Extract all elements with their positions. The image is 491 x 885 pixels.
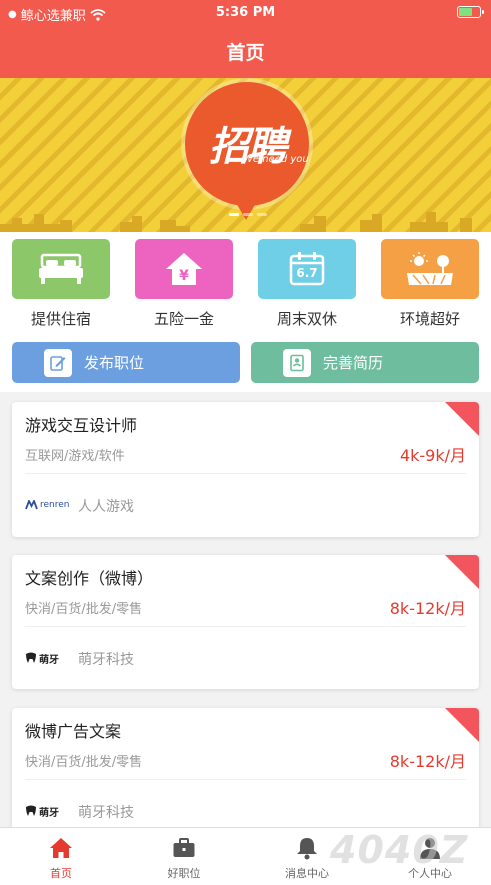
benefit-insurance[interactable]: ¥ 五险一金 — [135, 239, 233, 329]
complete-resume-label: 完善简历 — [323, 354, 384, 372]
page-title: 首页 — [226, 42, 265, 64]
complete-resume-button[interactable]: 完善简历 — [251, 342, 479, 383]
company-logo: 萌牙 — [25, 649, 59, 667]
edit-icon — [44, 348, 72, 377]
job-card[interactable]: 微博广告文案 快消/百货/批发/零售 8k-12k/月 萌牙 萌牙科技 — [12, 708, 479, 838]
landscape-icon — [407, 252, 453, 285]
divider — [25, 473, 466, 474]
house-yen-icon: ¥ — [166, 253, 202, 285]
job-salary: 8k-12k/月 — [389, 752, 466, 771]
actions-row: 发布职位 完善简历 — [0, 332, 491, 392]
tab-good-jobs[interactable]: 好职位 — [144, 836, 224, 881]
company-logo-text: 萌牙 — [39, 654, 59, 666]
benefit-tile[interactable]: 6.7 — [258, 239, 356, 299]
resume-icon — [283, 348, 311, 377]
clock: 5:36 PM — [215, 5, 276, 20]
recruit-badge: 招聘 We need you — [185, 82, 309, 206]
banner-subtitle: We need you — [243, 154, 309, 165]
benefit-label: 环境超好 — [399, 310, 460, 328]
job-title: 游戏交互设计师 — [25, 416, 138, 435]
job-category: 快消/百货/批发/零售 — [25, 602, 143, 617]
benefit-accommodation[interactable]: 提供住宿 — [12, 239, 110, 329]
bed-icon — [39, 253, 83, 284]
job-card[interactable]: 游戏交互设计师 互联网/游戏/软件 4k-9k/月 renren 人人游戏 — [12, 402, 479, 537]
benefit-environment[interactable]: 环境超好 — [381, 239, 479, 329]
tooth-logo-icon — [26, 805, 36, 816]
status-bar: ● 鲸心选兼职 5:36 PM — [0, 0, 491, 26]
company-logo-text: renren — [40, 500, 70, 510]
company-logo-text: 萌牙 — [39, 807, 59, 819]
benefit-tile[interactable]: ¥ — [135, 239, 233, 299]
post-job-button[interactable]: 发布职位 — [12, 342, 240, 383]
company-logo: renren — [25, 496, 70, 514]
home-icon — [50, 838, 72, 858]
benefit-tile[interactable] — [381, 239, 479, 299]
company-name: 萌牙科技 — [78, 805, 134, 821]
svg-text:¥: ¥ — [179, 268, 189, 284]
benefit-tile[interactable] — [12, 239, 110, 299]
briefcase-icon — [173, 838, 195, 857]
battery-icon — [457, 6, 484, 18]
benefits-row: 提供住宿 ¥ 五险一金 6.7 周末双休 环境超好 — [0, 232, 491, 332]
hot-corner-badge — [445, 708, 479, 742]
job-title: 文案创作（微博） — [25, 569, 154, 588]
post-job-label: 发布职位 — [84, 354, 145, 372]
carousel-dot[interactable] — [229, 213, 239, 216]
job-card[interactable]: 文案创作（微博） 快消/百货/批发/零售 8k-12k/月 萌牙 萌牙科技 — [12, 555, 479, 689]
job-category: 快消/百货/批发/零售 — [25, 755, 143, 770]
job-salary: 8k-12k/月 — [389, 599, 466, 618]
job-category: 互联网/游戏/软件 — [25, 449, 125, 464]
job-salary: 4k-9k/月 — [399, 446, 466, 465]
tooth-logo-icon — [26, 652, 36, 663]
bell-icon — [297, 838, 317, 860]
benefit-label: 提供住宿 — [30, 310, 91, 328]
hot-corner-badge — [445, 402, 479, 436]
company-name: 人人游戏 — [78, 499, 134, 515]
site-watermark: 4040Z — [330, 828, 469, 872]
divider — [25, 779, 466, 780]
bubble-tail — [232, 196, 260, 220]
carousel-indicator[interactable] — [229, 213, 267, 216]
benefit-label: 周末双休 — [276, 310, 337, 328]
hot-corner-badge — [445, 555, 479, 589]
recruit-banner[interactable]: 招聘 We need you — [0, 78, 491, 232]
company-name: 萌牙科技 — [78, 652, 134, 668]
divider — [25, 626, 466, 627]
header: ● 鲸心选兼职 5:36 PM 首页 — [0, 0, 491, 78]
carousel-dot[interactable] — [257, 213, 267, 216]
company-logo: 萌牙 — [25, 802, 59, 820]
carousel-dot[interactable] — [243, 213, 253, 216]
renren-logo-icon — [25, 500, 38, 510]
job-title: 微博广告文案 — [25, 722, 122, 741]
benefit-weekend[interactable]: 6.7 周末双休 — [258, 239, 356, 329]
benefit-label: 五险一金 — [153, 310, 214, 328]
calendar-date: 6.7 — [296, 266, 318, 280]
tab-home[interactable]: 首页 — [21, 836, 101, 881]
tab-label: 首页 — [50, 867, 72, 880]
tab-label: 好职位 — [167, 867, 201, 880]
